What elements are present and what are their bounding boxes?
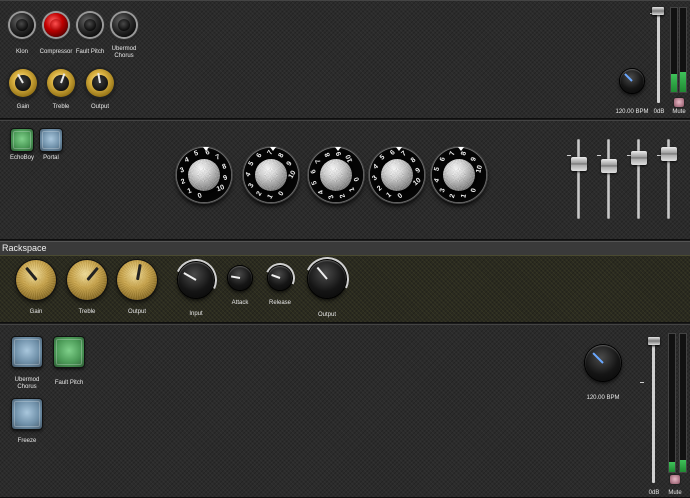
portal-label: Portal (43, 155, 59, 161)
knob-marker (335, 147, 341, 151)
knob-scale-number: 2 (448, 193, 457, 199)
compressor-switch[interactable] (44, 13, 68, 37)
knob-scale-number: 0 (470, 187, 478, 194)
bottom-widget-panel: Ubermod Chorus Fault Pitch Freeze 120.00… (0, 324, 690, 498)
mute-button[interactable] (674, 98, 684, 107)
tempo-readout: 120.00 BPM (615, 109, 649, 115)
gain-label: Gain (16, 104, 30, 110)
knob-scale-number: 6 (309, 168, 318, 175)
level-meter-left (670, 7, 678, 93)
rack-output-label: Output (127, 309, 146, 315)
knob-marker (458, 147, 464, 151)
numbered-knob-5[interactable]: 0 1 2 3 4 5 6 7 8 9 10 (431, 147, 487, 203)
top-widget-panel: Klon Compressor Fault Pitch Ubermod Chor… (0, 0, 690, 119)
ubermod-chorus-button[interactable] (12, 337, 42, 367)
knob-scale-number: 10 (215, 184, 226, 194)
knob-scale-number: 1 (460, 193, 469, 199)
volume-slider-track[interactable] (657, 11, 660, 103)
rack-release-knob[interactable] (260, 258, 300, 298)
ubermod-chorus-button-label: Ubermod Chorus (14, 377, 40, 390)
klon-label: Klon (15, 49, 28, 55)
rack-gain-label: Gain (29, 309, 43, 315)
volume-slider-thumb[interactable] (652, 7, 664, 15)
knob-scale-number: 5 (433, 166, 442, 172)
fault-pitch-button[interactable] (54, 337, 84, 367)
rack-input-knob[interactable] (169, 253, 223, 307)
knob-scale-number: 7 (448, 150, 457, 157)
knob-marker (203, 147, 209, 151)
tempo-knob[interactable] (620, 69, 644, 93)
fault-pitch-switch[interactable] (78, 13, 102, 37)
mute-label: Mute (672, 109, 686, 115)
rackspace-title-bar: Rackspace (0, 241, 690, 256)
ubermod-chorus-label: Ubermod Chorus (111, 46, 137, 59)
klon-switch[interactable] (10, 13, 34, 37)
knob-scale-number: 1 (348, 186, 357, 193)
rack-gain-knob[interactable] (16, 260, 56, 300)
knob-marker (396, 147, 402, 151)
treble-knob[interactable] (47, 69, 75, 97)
knob-scale-number: 10 (287, 169, 298, 180)
knob-scale-number: 3 (179, 166, 186, 175)
portal-button[interactable] (40, 129, 62, 151)
numbered-knob-4[interactable]: 0 1 2 3 4 5 6 7 8 9 10 (369, 147, 425, 203)
compressor-label: Compressor (39, 49, 73, 55)
bottom-volume-slider-thumb[interactable] (648, 337, 660, 345)
bottom-mute-button[interactable] (670, 475, 680, 484)
knob-scale-number: 10 (475, 164, 485, 174)
echoboy-button[interactable] (11, 129, 33, 151)
knob-scale-number: 2 (339, 192, 348, 199)
rack-input-label: Input (189, 311, 203, 317)
numbered-knob-1[interactable]: 0 1 2 3 4 5 6 7 8 9 10 (176, 147, 232, 203)
rack-output-label-2: Output (317, 312, 336, 318)
knob-scale-number: 10 (412, 176, 423, 188)
rack-attack-label: Attack (231, 300, 249, 306)
rack-treble-knob[interactable] (67, 260, 107, 300)
bottom-level-meter-left (668, 333, 676, 473)
rackspace-title: Rackspace (2, 243, 47, 253)
treble-label: Treble (52, 104, 70, 110)
output-label: Output (90, 104, 109, 110)
knob-scale-number: 0 (196, 192, 204, 201)
gain-knob[interactable] (9, 69, 37, 97)
freeze-button-label: Freeze (17, 438, 37, 444)
knob-scale-number: 3 (327, 193, 336, 200)
fader-1[interactable] (567, 139, 587, 219)
knob-scale-number: 8 (221, 163, 228, 171)
bottom-tempo-knob[interactable] (585, 345, 621, 381)
freeze-button[interactable] (12, 399, 42, 429)
bottom-volume-slider-track[interactable] (652, 343, 655, 483)
fader-3[interactable] (627, 139, 647, 219)
knob-scale-number: 9 (222, 174, 229, 183)
knob-scale-number: 1 (385, 191, 393, 200)
rack-treble-label: Treble (78, 309, 96, 315)
knob-scale-number: 0 (277, 190, 286, 198)
rackspace-panel: Gain Treble Output Input Attack Release … (0, 250, 690, 323)
fault-pitch-button-label: Fault Pitch (54, 380, 84, 386)
rack-output-knob-2[interactable] (298, 250, 356, 308)
bottom-level-meter-right (679, 333, 687, 473)
level-meter-right (679, 7, 687, 93)
echoboy-label: EchoBoy (9, 155, 34, 161)
rack-attack-knob[interactable] (228, 266, 252, 290)
fault-pitch-label: Fault Pitch (75, 49, 105, 55)
bottom-volume-readout: 0dB (648, 490, 660, 496)
bottom-mute-label: Mute (668, 490, 682, 496)
bottom-tempo-readout: 120.00 BPM (586, 395, 620, 401)
rack-release-label: Release (268, 300, 291, 306)
rack-output-knob[interactable] (117, 260, 157, 300)
effects-widget-panel: EchoBoy Portal 0 1 2 3 4 5 6 7 8 9 10 0 1 2 3 4 5 6 7 8 9 10 0… (0, 120, 690, 240)
knob-marker (270, 147, 276, 151)
knob-scale-number: 0 (396, 192, 405, 201)
fader-2[interactable] (597, 139, 617, 219)
numbered-knob-2[interactable]: 0 1 2 3 4 5 6 7 8 9 10 (243, 147, 299, 203)
fader-4[interactable] (657, 139, 677, 219)
volume-readout: 0dB (653, 109, 665, 115)
numbered-knob-3[interactable]: 0 1 2 3 4 5 6 7 8 9 10 (308, 147, 364, 203)
ubermod-chorus-switch[interactable] (112, 13, 136, 37)
knob-scale-number: 1 (266, 193, 275, 201)
output-knob[interactable] (86, 69, 114, 97)
knob-scale-number: 4 (244, 171, 253, 179)
